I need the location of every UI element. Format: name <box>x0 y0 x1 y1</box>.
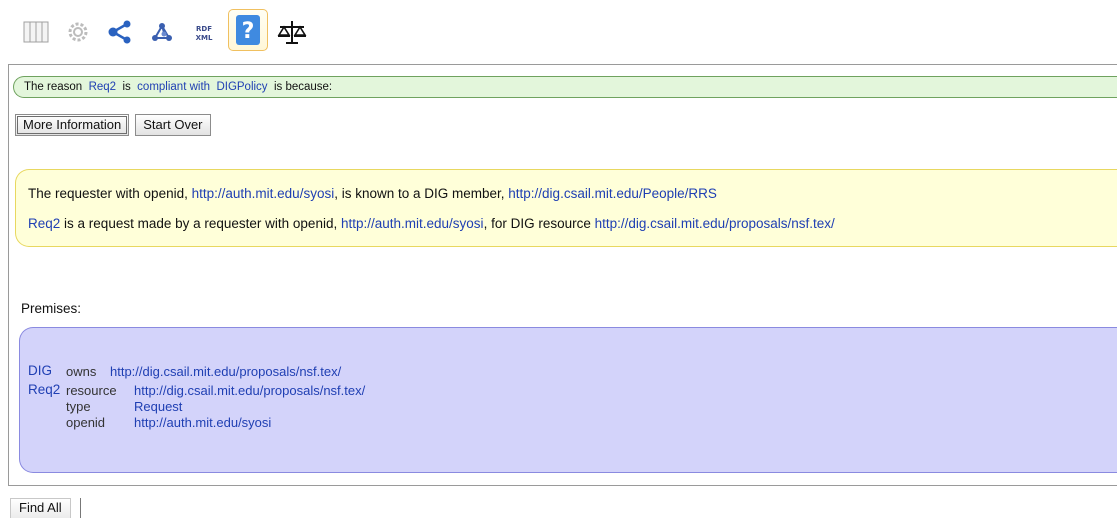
premise-predicate: type <box>66 399 91 414</box>
rdf-label: RDF <box>196 25 212 33</box>
dig-member-link[interactable]: http://dig.csail.mit.edu/People/RRS <box>508 186 717 201</box>
resource-link[interactable]: http://dig.csail.mit.edu/proposals/nsf.t… <box>595 216 835 231</box>
premise-row: DIG <box>28 363 52 378</box>
premises-label: Premises: <box>21 301 82 316</box>
justification-text: The requester with openid, <box>28 186 188 201</box>
premise-predicate: openid <box>66 415 106 430</box>
table-view-icon[interactable] <box>18 14 54 50</box>
premise-row: Req2 <box>28 382 60 397</box>
molecule-graph-icon[interactable] <box>144 14 180 50</box>
openid-link[interactable]: http://auth.mit.edu/syosi <box>192 186 335 201</box>
premise-row: http://dig.csail.mit.edu/proposals/nsf.t… <box>134 383 365 398</box>
help-question-mark: ? <box>242 19 255 44</box>
premise-predicate: resource <box>66 383 117 398</box>
more-information-button[interactable]: More Information <box>15 114 130 136</box>
premise-row: resource <box>66 383 117 398</box>
action-buttons: More Information Start Over <box>15 114 211 136</box>
justification-panel: The reason Req2 is compliant with DIGPol… <box>8 64 1117 486</box>
rdf-xml-icon[interactable]: RDF XML <box>186 14 222 50</box>
req2-link[interactable]: Req2 <box>28 216 60 231</box>
openid-link[interactable]: http://auth.mit.edu/syosi <box>341 216 484 231</box>
premises-box: DIG owns http://dig.csail.mit.edu/propos… <box>19 327 1117 473</box>
premise-row: http://dig.csail.mit.edu/proposals/nsf.t… <box>110 364 341 379</box>
premise-row: openid <box>66 415 105 430</box>
find-all-divider <box>80 498 81 518</box>
help-question-icon[interactable]: ? <box>228 9 268 51</box>
start-over-button[interactable]: Start Over <box>135 114 211 136</box>
reason-is: is <box>122 81 131 93</box>
premise-row: http://auth.mit.edu/syosi <box>134 415 271 430</box>
justification-line-2: Req2 is a request made by a requester wi… <box>28 216 835 231</box>
premise-row: Request <box>134 399 182 414</box>
justification-text: , for DIG resource <box>483 216 591 231</box>
find-all-button[interactable]: Find All <box>10 498 71 518</box>
premise-row: type <box>66 399 91 414</box>
justification-text: is a request made by a requester with op… <box>64 216 338 231</box>
settings-gear-icon[interactable] <box>60 14 96 50</box>
justification-box: The requester with openid, http://auth.m… <box>15 169 1117 247</box>
reason-prefix: The reason <box>24 81 83 93</box>
premise-object[interactable]: http://auth.mit.edu/syosi <box>134 415 271 430</box>
premise-subject[interactable]: DIG <box>28 363 52 378</box>
premise-predicate: owns <box>66 364 97 379</box>
reason-relation-link[interactable]: compliant with <box>137 81 210 93</box>
share-graph-icon[interactable] <box>102 14 138 50</box>
premise-object[interactable]: http://dig.csail.mit.edu/proposals/nsf.t… <box>110 364 341 379</box>
premise-object[interactable]: http://dig.csail.mit.edu/proposals/nsf.t… <box>134 383 365 398</box>
premise-row: owns <box>66 364 96 379</box>
reason-bar: The reason Req2 is compliant with DIGPol… <box>13 76 1117 98</box>
reason-subject-link[interactable]: Req2 <box>89 81 117 93</box>
premise-object[interactable]: Request <box>134 399 182 414</box>
premise-subject[interactable]: Req2 <box>28 382 60 397</box>
xml-label: XML <box>196 34 213 42</box>
toolbar: RDF XML ? <box>18 9 316 51</box>
justification-line-1: The requester with openid, http://auth.m… <box>28 186 717 201</box>
reason-suffix: is because: <box>273 81 333 93</box>
reason-policy-link[interactable]: DIGPolicy <box>216 81 267 93</box>
justification-text: , is known to a DIG member, <box>334 186 505 201</box>
justice-scales-icon[interactable] <box>274 14 310 50</box>
